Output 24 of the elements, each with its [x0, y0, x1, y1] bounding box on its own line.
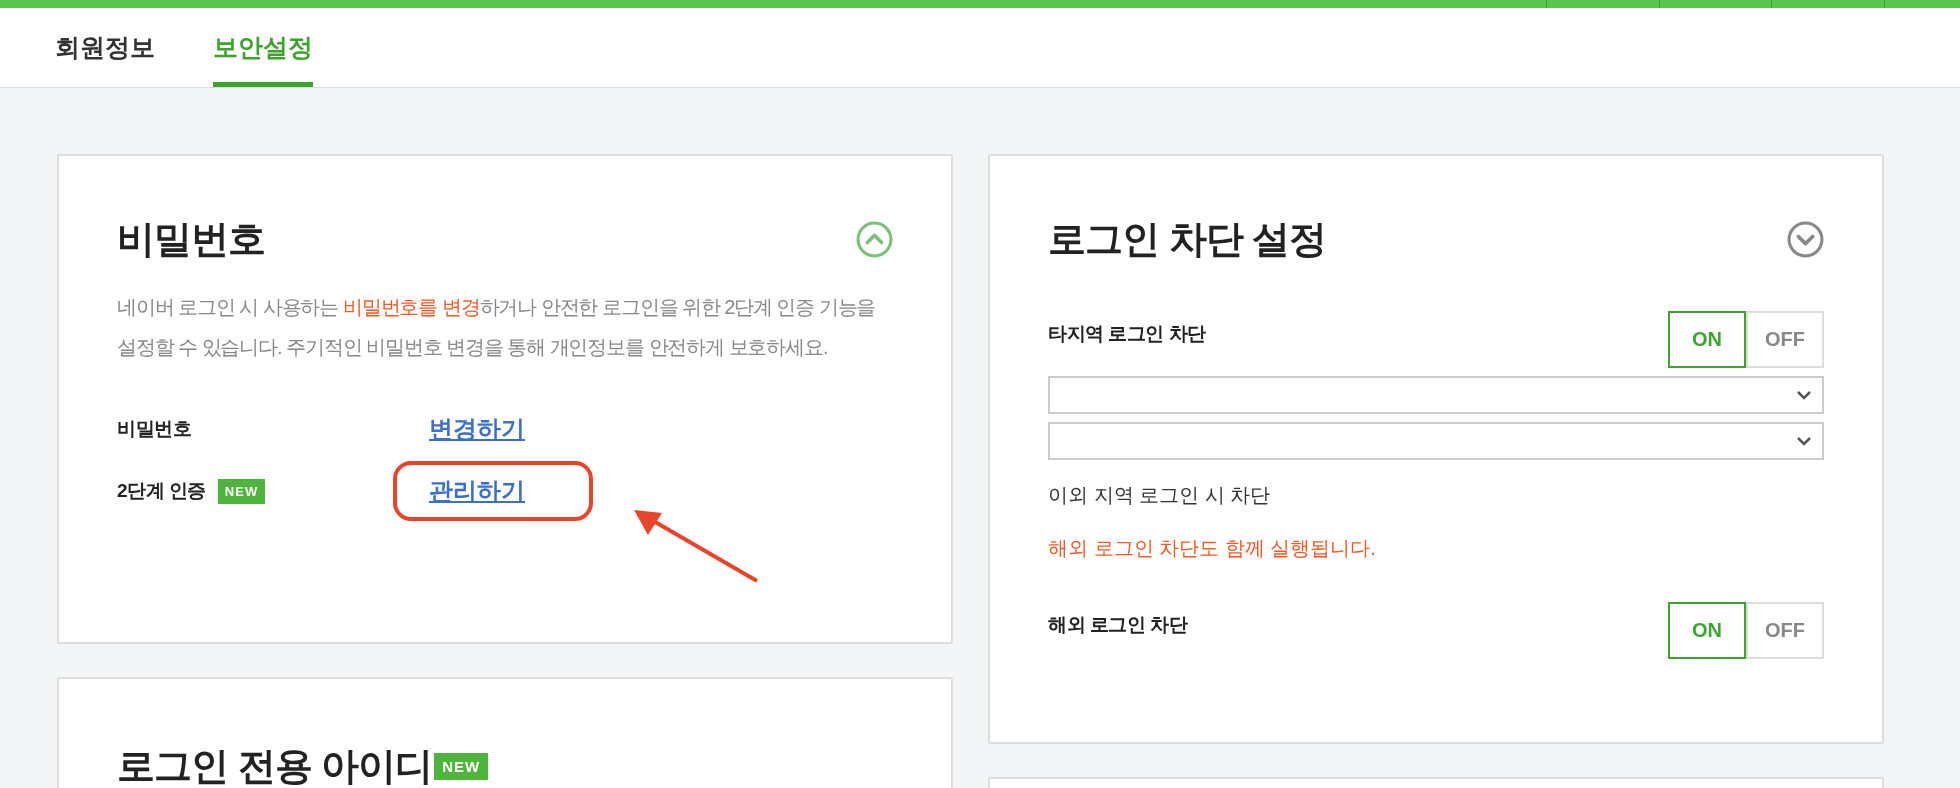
setting-label: 해외 로그인 차단 [1048, 613, 1188, 637]
link[interactable]: 관리하기 [429, 477, 525, 504]
tab[interactable]: 회원정보 [55, 8, 155, 87]
setting-label: 타지역 로그인 차단 [1048, 322, 1206, 346]
new-badge: NEW [434, 753, 489, 780]
link[interactable]: 변경하기 [429, 415, 525, 442]
tab[interactable]: 보안설정 [213, 8, 313, 87]
expand-icon[interactable] [1787, 221, 1824, 258]
note-text: 이외 지역 로그인 시 차단 [1048, 483, 1272, 508]
new-badge: NEW [217, 478, 266, 504]
card-title: 비밀번호 [117, 217, 265, 262]
toggle-button[interactable]: OFF [1746, 602, 1824, 659]
setting-label: 2단계 인증 [117, 479, 206, 503]
setting-label: 비밀번호 [117, 417, 191, 441]
toggle-button[interactable]: ON [1668, 602, 1746, 659]
warning-text: 해외 로그인 차단도 함께 실행됩니다. [1048, 536, 1377, 561]
dropdown[interactable] [1048, 376, 1824, 414]
toggle-button[interactable]: ON [1668, 311, 1746, 368]
dropdown[interactable] [1048, 422, 1824, 460]
card-title: 로그인 전용 아이디 [117, 744, 433, 788]
collapse-icon[interactable] [856, 221, 893, 258]
toggle-button[interactable]: OFF [1746, 311, 1824, 368]
description: 네이버 로그인 시 사용하는 비밀번호를 변경하거나 안전한 로그인을 위한 2단계 인증 기능을 설정할 수 있습니다. 주기적인 비밀번호 변경을 통해 개인정보를 안전하게 보호하세요. [117, 295, 877, 360]
card-title: 로그인 차단 설정 [1048, 217, 1327, 262]
